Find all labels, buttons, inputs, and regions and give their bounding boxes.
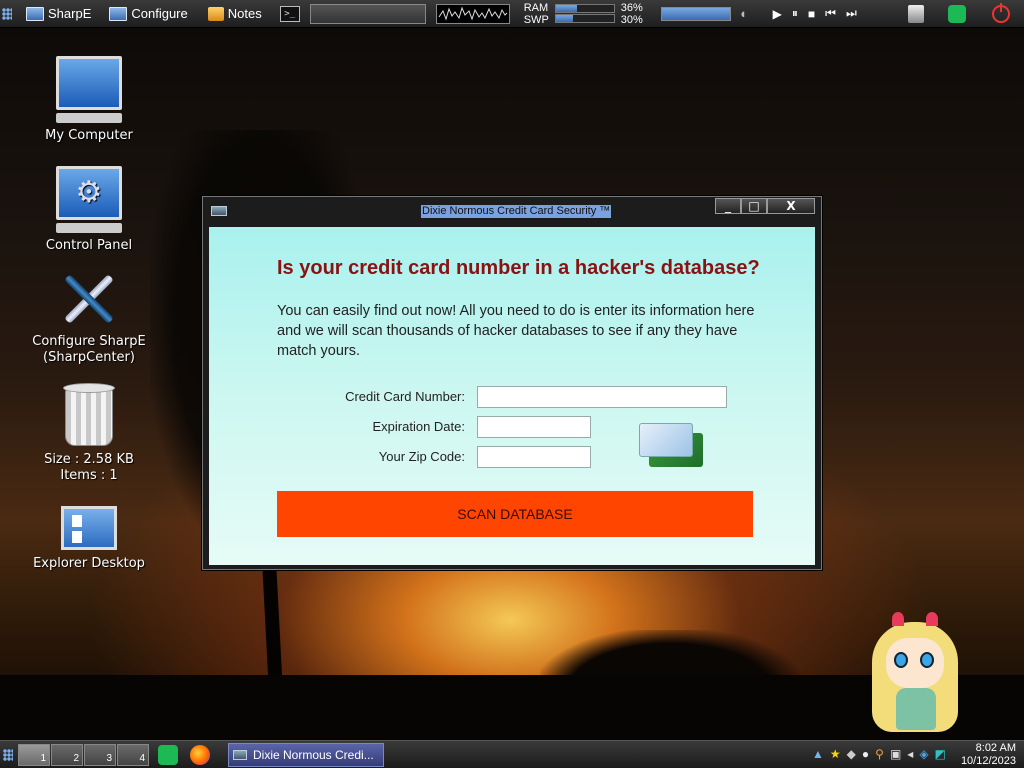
desktop-icon-sublabel: (SharpCenter) [43, 350, 135, 365]
run-command-box[interactable] [309, 3, 426, 24]
volume-icon[interactable]: ◖ [739, 6, 747, 21]
tray-network-icon[interactable]: ▣ [890, 747, 901, 761]
terminal-icon: >_ [279, 5, 300, 22]
desktop-icon-label: Configure SharpE [32, 334, 146, 349]
intro-text: You can easily find out now! All you nee… [277, 303, 755, 359]
previous-icon[interactable]: ⏮ [825, 6, 836, 21]
expiration-label: Expiration Date: [372, 419, 466, 434]
desktop-icon-my-computer[interactable]: My Computer [24, 56, 154, 144]
window-title: Dixie Normous Credit Card Security ™ [421, 205, 612, 218]
spotify-icon[interactable] [948, 5, 966, 23]
desktop-icon-label: Control Panel [45, 238, 133, 253]
taskbar-window-label: Dixie Normous Credi... [253, 748, 374, 762]
computer-icon [56, 56, 122, 123]
configure-label: Configure [131, 6, 188, 21]
tray-arrow-icon[interactable]: ▲ [812, 747, 824, 761]
trash-size-label: Size : 2.58 KB [44, 452, 134, 467]
play-icon[interactable]: ▶ [773, 7, 782, 21]
workspace-3[interactable]: 3 [84, 744, 116, 766]
firefox-launcher-icon[interactable] [190, 745, 210, 765]
notes-button[interactable]: Notes [204, 0, 266, 28]
ram-swp-meters: RAM SWP 36% 30% [524, 2, 643, 26]
window-titlebar[interactable]: Dixie Normous Credit Card Security ™ _ □… [203, 197, 821, 225]
swp-bar-fill [555, 15, 574, 22]
trash-icon [63, 383, 115, 446]
terminal-button[interactable]: >_ [276, 0, 304, 28]
configure-button[interactable]: Configure [105, 0, 191, 28]
ram-bar [554, 4, 615, 13]
swp-bar [554, 14, 615, 23]
taskbar-window-button[interactable]: Dixie Normous Credi... [228, 743, 384, 767]
media-controls: ▶ ⏸ ■ ⏮ ⏭ [773, 6, 857, 21]
tools-icon [59, 268, 119, 328]
window-app-icon[interactable] [211, 206, 227, 216]
tray-tablet-icon[interactable]: ◩ [935, 747, 946, 761]
close-button[interactable]: X [767, 198, 815, 214]
top-panel: SharpE Configure Notes >_ RAM SWP 36% 30… [0, 0, 1024, 28]
cpu-graph [435, 3, 510, 24]
control-panel-icon: ⚙ [56, 166, 122, 233]
workspace-1[interactable]: 1 [18, 744, 50, 766]
explorer-desktop-icon [61, 506, 117, 550]
media-player-icon[interactable] [908, 5, 924, 23]
clock[interactable]: 8:02 AM 10/12/2023 [961, 742, 1016, 768]
bottom-taskbar: 1 2 3 4 Dixie Normous Credi... ▲ ★ ◆ ● ⚲… [0, 740, 1024, 768]
ram-label: RAM [523, 1, 549, 14]
tray-drop-icon[interactable]: ● [862, 747, 869, 761]
spotify-launcher-icon[interactable] [158, 745, 178, 765]
stop-icon[interactable]: ■ [808, 7, 815, 21]
notes-label: Notes [227, 6, 262, 21]
ram-value: 36% [620, 1, 643, 14]
sharpe-menu-button[interactable]: SharpE [22, 0, 95, 28]
menu-dots-icon[interactable] [2, 8, 12, 20]
desktop-icon-explorer-desktop[interactable]: Explorer Desktop [24, 506, 154, 572]
scan-database-button[interactable]: SCAN DATABASE [277, 491, 753, 537]
workspace-2[interactable]: 2 [51, 744, 83, 766]
desktop-icon-label: My Computer [45, 128, 133, 143]
monitor-icon [26, 6, 44, 21]
window-content: Is your credit card number in a hacker's… [209, 227, 815, 565]
swp-label: SWP [523, 13, 549, 26]
volume-slider[interactable] [660, 6, 731, 21]
pause-icon[interactable]: ⏸ [792, 6, 798, 21]
workspace-4[interactable]: 4 [117, 744, 149, 766]
tray-volume-icon[interactable]: ◂ [907, 747, 913, 761]
desktop-icon-trash[interactable]: Size : 2.58 KB Items : 1 [24, 383, 154, 484]
window-app-icon [233, 750, 247, 760]
credit-card-security-window: Dixie Normous Credit Card Security ™ _ □… [202, 196, 822, 570]
desktop-icon-control-panel[interactable]: ⚙ Control Panel [24, 166, 154, 254]
zip-code-input[interactable] [477, 446, 591, 468]
desktop-icon-configure-sharpe[interactable]: Configure SharpE (SharpCenter) [24, 268, 154, 366]
ram-bar-fill [555, 5, 577, 12]
cpu-graph-line [438, 6, 508, 21]
monitor-gear-icon [109, 6, 128, 21]
window-controls: _ □ X [715, 198, 815, 214]
page-title: Is your credit card number in a hacker's… [277, 257, 760, 279]
notes-icon [207, 6, 224, 21]
credit-cards-icon [639, 423, 705, 469]
clock-date: 10/12/2023 [960, 755, 1016, 767]
swp-value: 30% [620, 13, 643, 26]
tray-search-icon[interactable]: ⚲ [875, 747, 884, 761]
power-icon[interactable] [992, 3, 1010, 23]
maximize-button[interactable]: □ [741, 198, 767, 214]
clock-time: 8:02 AM [975, 742, 1016, 754]
gear-icon: ⚙ [75, 175, 103, 210]
trash-items-label: Items : 1 [60, 468, 118, 483]
system-tray: ▲ ★ ◆ ● ⚲ ▣ ◂ ◈ ◩ [812, 747, 946, 761]
minimize-button[interactable]: _ [715, 198, 741, 214]
card-number-input[interactable] [477, 386, 727, 408]
card-number-label: Credit Card Number: [345, 389, 465, 404]
star-butterfly-mascot-image [866, 612, 964, 740]
expiration-input[interactable] [477, 416, 591, 438]
tray-star-icon[interactable]: ★ [830, 747, 841, 761]
next-icon[interactable]: ⏭ [846, 6, 857, 21]
start-menu-icon[interactable] [3, 749, 13, 761]
sharpe-label: SharpE [48, 6, 92, 21]
tray-shield-icon[interactable]: ◆ [847, 747, 856, 761]
tray-bluetooth-icon[interactable]: ◈ [919, 747, 928, 761]
zip-code-label: Your Zip Code: [378, 449, 465, 464]
desktop-icon-label: Explorer Desktop [33, 556, 145, 571]
